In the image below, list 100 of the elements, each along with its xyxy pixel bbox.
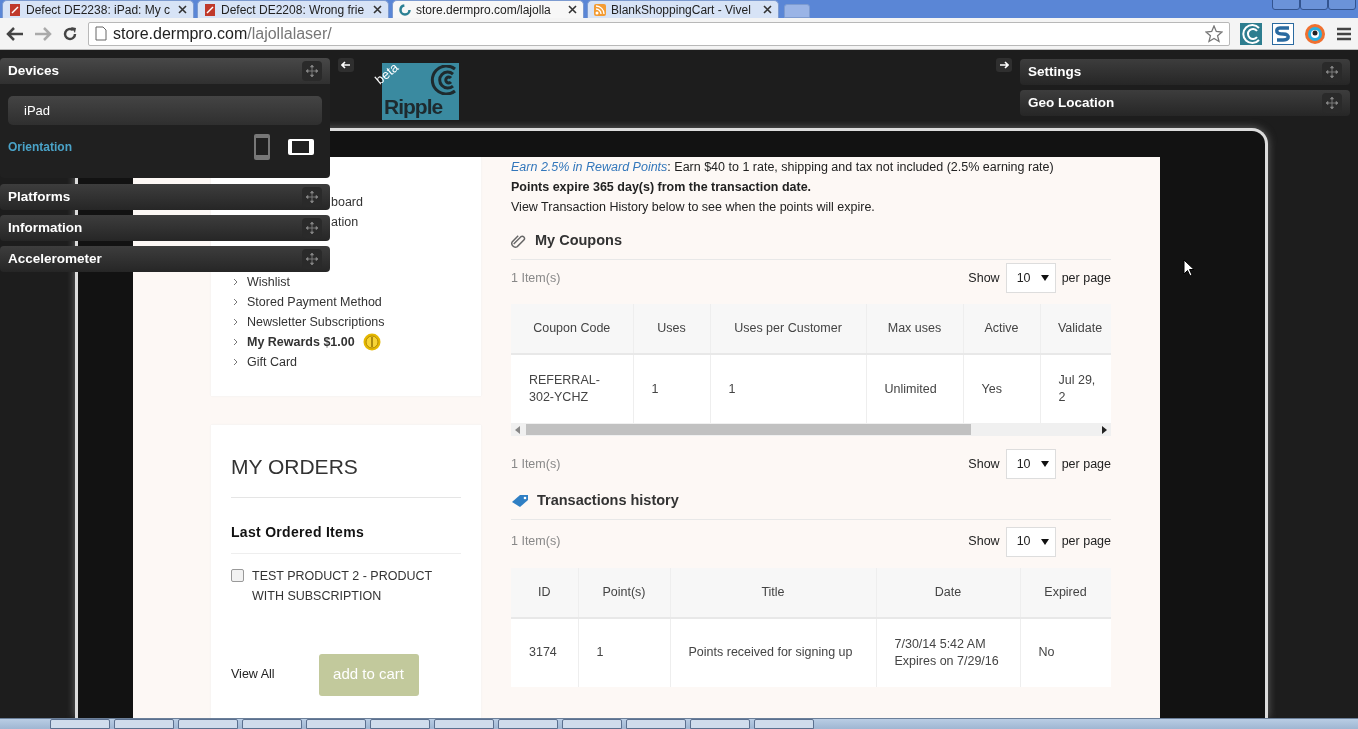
beta-label: beta	[372, 60, 401, 87]
taskbar-button[interactable]	[690, 719, 750, 729]
table-cell: 1	[578, 617, 670, 687]
horizontal-scrollbar[interactable]	[511, 423, 1111, 436]
menu-icon[interactable]	[1336, 25, 1352, 42]
column-header: Uses per Customer	[710, 304, 866, 354]
s-logo-icon[interactable]	[1272, 22, 1294, 45]
taskbar-button[interactable]	[50, 719, 110, 729]
close-icon[interactable]	[178, 5, 187, 14]
per-page-select[interactable]: 10	[1005, 526, 1056, 557]
panel-header[interactable]: Geo Location	[1020, 90, 1350, 116]
taskbar-button[interactable]	[306, 719, 366, 729]
url-text: store.dermpro.com/lajollalaser/	[113, 23, 333, 44]
column-header: Active	[963, 304, 1040, 354]
column-header: ID	[511, 567, 578, 618]
checkbox[interactable]	[231, 568, 244, 582]
browser-tab[interactable]: BlankShoppingCart - Vivel	[587, 0, 779, 18]
back-icon[interactable]	[6, 25, 24, 42]
item-count: 1 Item(s)	[511, 455, 561, 473]
item-count: 1 Item(s)	[511, 269, 561, 287]
caret-icon	[1040, 275, 1049, 281]
chevron-icon	[233, 338, 239, 346]
taskbar-button[interactable]	[754, 719, 814, 729]
move-icon[interactable]	[302, 61, 322, 81]
taskbar-button[interactable]	[562, 719, 622, 729]
per-page-label: per page	[1061, 455, 1111, 473]
chevron-icon	[233, 318, 239, 326]
menu-link[interactable]: Gift Card	[247, 352, 297, 372]
page-icon	[95, 26, 107, 41]
close-button[interactable]	[1328, 0, 1356, 10]
per-page-label: per page	[1061, 533, 1111, 551]
scroll-right-icon	[1102, 425, 1107, 434]
menu-link[interactable]: ation	[331, 212, 359, 232]
coin-icon	[362, 333, 381, 351]
portrait-phone-icon[interactable]	[253, 133, 271, 161]
taskbar-button[interactable]	[242, 719, 302, 729]
column-header: Date	[876, 567, 1020, 618]
browser-tab[interactable]: Defect DE2208: Wrong frie	[197, 0, 389, 18]
taskbar-button[interactable]	[178, 719, 238, 729]
reload-icon[interactable]	[62, 25, 78, 42]
product-name: TEST PRODUCT 2 - PRODUCT WITH SUBSCRIPTION	[252, 567, 433, 605]
landscape-phone-icon[interactable]	[287, 138, 315, 156]
taskbar-button[interactable]	[114, 719, 174, 729]
caret-icon	[1040, 538, 1049, 545]
taskbar-button[interactable]	[370, 719, 430, 729]
table-cell: 7/30/14 5:42 AM Expires on 7/29/16	[876, 617, 1020, 687]
section-heading: My Coupons	[535, 231, 622, 251]
per-page-select[interactable]: 10	[1005, 263, 1056, 293]
browser-tab[interactable]: Defect DE2238: iPad: My c	[2, 0, 194, 18]
menu-link[interactable]: Newsletter Subscriptions	[247, 312, 385, 332]
per-page-select[interactable]: 10	[1005, 449, 1056, 479]
wave-icon[interactable]	[1240, 22, 1262, 45]
panel-header[interactable]: Information	[0, 215, 330, 241]
menu-link[interactable]: board	[331, 192, 363, 212]
column-header: Validate	[1040, 304, 1111, 354]
collapse-right-button[interactable]	[996, 58, 1012, 72]
view-all-link[interactable]: View All	[231, 665, 275, 684]
close-icon[interactable]	[373, 5, 382, 14]
section-heading: Transactions history	[537, 491, 679, 510]
column-header: Expired	[1020, 567, 1111, 618]
device-select[interactable]: iPad	[8, 96, 322, 125]
panel-header[interactable]: Devices	[0, 58, 330, 84]
column-header: Uses	[633, 304, 710, 354]
column-header: Title	[670, 567, 876, 618]
spinner-icon	[399, 3, 411, 16]
taskbar-button[interactable]	[498, 719, 558, 729]
paperclip-icon	[511, 234, 527, 249]
forward-icon[interactable]	[34, 25, 52, 42]
close-icon[interactable]	[568, 5, 577, 14]
table-cell: No	[1020, 617, 1111, 687]
per-page-label: per page	[1061, 269, 1111, 287]
column-header: Point(s)	[578, 567, 670, 618]
eye-icon[interactable]	[1304, 22, 1326, 45]
star-icon[interactable]	[1205, 24, 1223, 43]
restore-button[interactable]	[1300, 0, 1328, 10]
menu-link[interactable]: Stored Payment Method	[247, 292, 382, 312]
panel-header[interactable]: Platforms	[0, 184, 330, 210]
expiry-text: Points expire 365 day(s) from the transaction date.	[511, 178, 813, 196]
taskbar-button[interactable]	[626, 719, 686, 729]
show-label: Show	[968, 533, 1000, 551]
item-count: 1 Item(s)	[511, 533, 561, 551]
logo-text: Ripple	[384, 94, 443, 120]
panel-header[interactable]: Accelerometer	[0, 246, 330, 272]
close-icon[interactable]	[763, 5, 772, 14]
collapse-left-button[interactable]	[338, 58, 354, 72]
address-bar[interactable]: store.dermpro.com/lajollalaser/	[88, 21, 1230, 46]
menu-link[interactable]: Wishlist	[247, 272, 291, 292]
panel-header[interactable]: Settings	[1020, 59, 1350, 85]
left-arrow-icon	[341, 61, 351, 69]
minimize-button[interactable]	[1272, 0, 1300, 10]
document-icon	[204, 3, 216, 16]
history-note: View Transaction History below to see when the points will expire.	[511, 198, 876, 216]
table-cell: 3174	[511, 617, 578, 687]
table-cell: Points received for signing up	[670, 617, 876, 687]
show-label: Show	[968, 269, 1000, 287]
browser-tab[interactable]: store.dermpro.com/lajolla	[392, 0, 584, 18]
menu-link[interactable]: My Rewards $1.00	[247, 332, 355, 352]
taskbar-button[interactable]	[434, 719, 494, 729]
chevron-icon	[233, 298, 239, 306]
feed-icon	[594, 3, 606, 16]
